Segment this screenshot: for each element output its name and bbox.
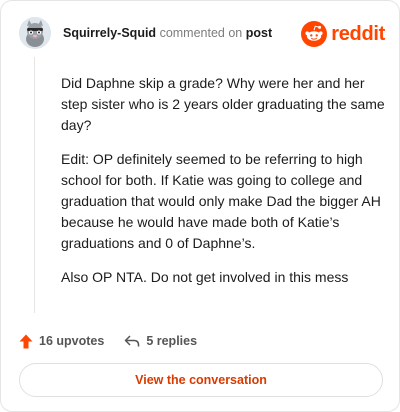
commented-on-label: commented on <box>159 26 243 40</box>
replies-button[interactable]: 5 replies <box>124 334 197 348</box>
reply-arrow-icon <box>125 335 140 347</box>
upvote-count: 16 upvotes <box>39 334 105 348</box>
comment-byline: Squirrely-Squid commented on post <box>63 26 272 41</box>
comment-actions: 16 upvotes 5 replies <box>19 331 385 351</box>
comment-paragraph: Edit: OP definitely seemed to be referri… <box>61 151 381 251</box>
reddit-brand[interactable]: reddit <box>301 21 385 47</box>
embedded-comment-card: Squirrely-Squid commented on post reddit… <box>0 0 400 412</box>
reddit-snoo-icon <box>301 21 328 47</box>
comment-paragraph: Did Daphne skip a grade? Why were her an… <box>61 75 385 133</box>
comment-header: Squirrely-Squid commented on post reddit <box>19 17 385 51</box>
post-link[interactable]: post <box>246 26 272 40</box>
reddit-wordmark: reddit <box>331 23 385 45</box>
squirrel-avatar-icon[interactable] <box>19 17 51 49</box>
replies-count: 5 replies <box>146 334 198 348</box>
thread-line <box>34 57 35 313</box>
upvote-button[interactable]: 16 upvotes <box>19 334 104 349</box>
username-link[interactable]: Squirrely-Squid <box>63 26 156 40</box>
comment-paragraph: Also OP NTA. Do not get involved in this… <box>61 269 349 285</box>
comment-body: Did Daphne skip a grade? Why were her an… <box>61 73 387 301</box>
upvote-arrow-icon <box>19 334 33 348</box>
view-conversation-button[interactable]: View the conversation <box>19 363 383 397</box>
